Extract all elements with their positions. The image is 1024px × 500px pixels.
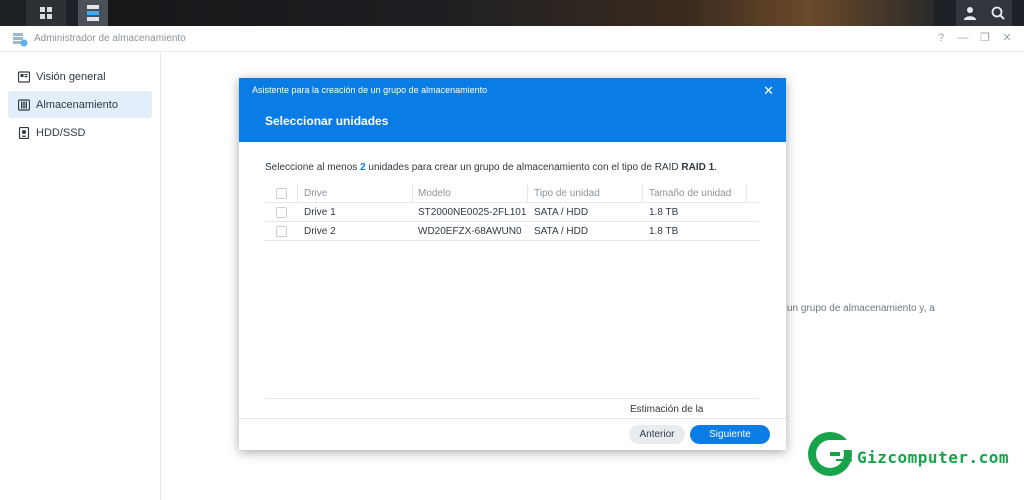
column-header-type[interactable]: Tipo de unidad <box>528 184 643 203</box>
table-row[interactable]: Drive 1 ST2000NE0025-2FL101 SATA / HDD 1… <box>265 203 759 222</box>
close-icon[interactable]: ✕ <box>763 83 774 99</box>
storage-icon <box>18 98 30 111</box>
instruction-suffix: . <box>714 162 717 173</box>
footer-divider <box>239 418 786 419</box>
wizard-header: Asistente para la creación de un grupo d… <box>239 78 786 142</box>
column-header-drive[interactable]: Drive <box>298 184 413 203</box>
sidebar-item-label: Almacenamiento <box>36 98 118 111</box>
apps-grid-icon <box>40 7 52 19</box>
search-button[interactable] <box>984 0 1012 26</box>
model-cell: WD20EFZX-68AWUN0 <box>418 226 522 237</box>
column-header-size[interactable]: Tamaño de unidad <box>643 184 747 203</box>
select-all-checkbox[interactable] <box>276 188 287 199</box>
model-cell: ST2000NE0025-2FL101 <box>418 207 527 218</box>
table-bottom-divider <box>265 398 759 399</box>
step-title: Seleccionar unidades <box>265 114 389 128</box>
type-cell: SATA / HDD <box>534 207 589 218</box>
close-window-button[interactable]: ✕ <box>1000 31 1014 45</box>
sidebar-item-overview[interactable]: Visión general <box>8 63 152 90</box>
next-button[interactable]: Siguiente <box>690 425 770 444</box>
restore-button[interactable]: ❐ <box>978 31 992 45</box>
help-button[interactable]: ? <box>934 31 948 45</box>
watermark-text: Gizcomputer.com <box>857 448 1009 467</box>
previous-button[interactable]: Anterior <box>629 425 685 444</box>
main-menu-button[interactable] <box>26 0 66 26</box>
wizard-title: Asistente para la creación de un grupo d… <box>252 85 488 95</box>
disk-icon <box>18 126 30 139</box>
column-header-model[interactable]: Modelo <box>413 184 528 203</box>
instruction-text: Seleccione al menos 2 unidades para crea… <box>265 162 717 173</box>
row-checkbox[interactable] <box>276 226 287 237</box>
row-select-cell <box>265 222 298 241</box>
sidebar-item-label: Visión general <box>36 70 106 83</box>
background-description-text: un grupo de almacenamiento y, a <box>787 303 935 314</box>
row-checkbox[interactable] <box>276 207 287 218</box>
search-icon <box>991 6 1005 20</box>
type-cell: SATA / HDD <box>534 226 589 237</box>
table-row[interactable]: Drive 2 WD20EFZX-68AWUN0 SATA / HDD 1.8 … <box>265 222 759 241</box>
wizard-dialog: Asistente para la creación de un grupo d… <box>239 78 786 450</box>
table-header: Drive Modelo Tipo de unidad Tamaño de un… <box>265 184 759 203</box>
estimate-label: Estimación de la <box>630 404 704 415</box>
sidebar-item-label: HDD/SSD <box>36 126 86 139</box>
user-icon <box>964 7 976 20</box>
instruction-prefix: Seleccione al menos <box>265 162 361 173</box>
row-select-cell <box>265 203 298 222</box>
instruction-middle: unidades para crear un grupo de almacena… <box>365 162 682 173</box>
taskbar-wallpaper <box>108 0 934 26</box>
storage-manager-icon <box>87 5 99 21</box>
sidebar-item-hdd-ssd[interactable]: HDD/SSD <box>8 119 152 146</box>
window-title: Administrador de almacenamiento <box>34 33 186 44</box>
drive-cell: Drive 1 <box>304 207 336 218</box>
size-cell: 1.8 TB <box>649 226 679 237</box>
minimize-button[interactable]: — <box>956 31 970 45</box>
taskbar <box>0 0 1024 26</box>
sidebar-item-storage[interactable]: Almacenamiento <box>8 91 152 118</box>
raid-type: RAID 1 <box>681 162 715 173</box>
gizcomputer-logo-icon <box>808 432 854 476</box>
sidebar: Visión general Almacenamiento HDD/SSD <box>0 52 161 500</box>
user-button[interactable] <box>956 0 984 26</box>
storage-manager-app-icon <box>12 31 28 50</box>
taskbar-storage-manager-button[interactable] <box>78 0 108 26</box>
size-cell: 1.8 TB <box>649 207 679 218</box>
overview-icon <box>18 70 30 83</box>
select-all-cell <box>265 184 298 203</box>
drive-table: Drive Modelo Tipo de unidad Tamaño de un… <box>265 184 759 241</box>
window-titlebar: Administrador de almacenamiento ? — ❐ ✕ <box>0 26 1024 52</box>
drive-cell: Drive 2 <box>304 226 336 237</box>
